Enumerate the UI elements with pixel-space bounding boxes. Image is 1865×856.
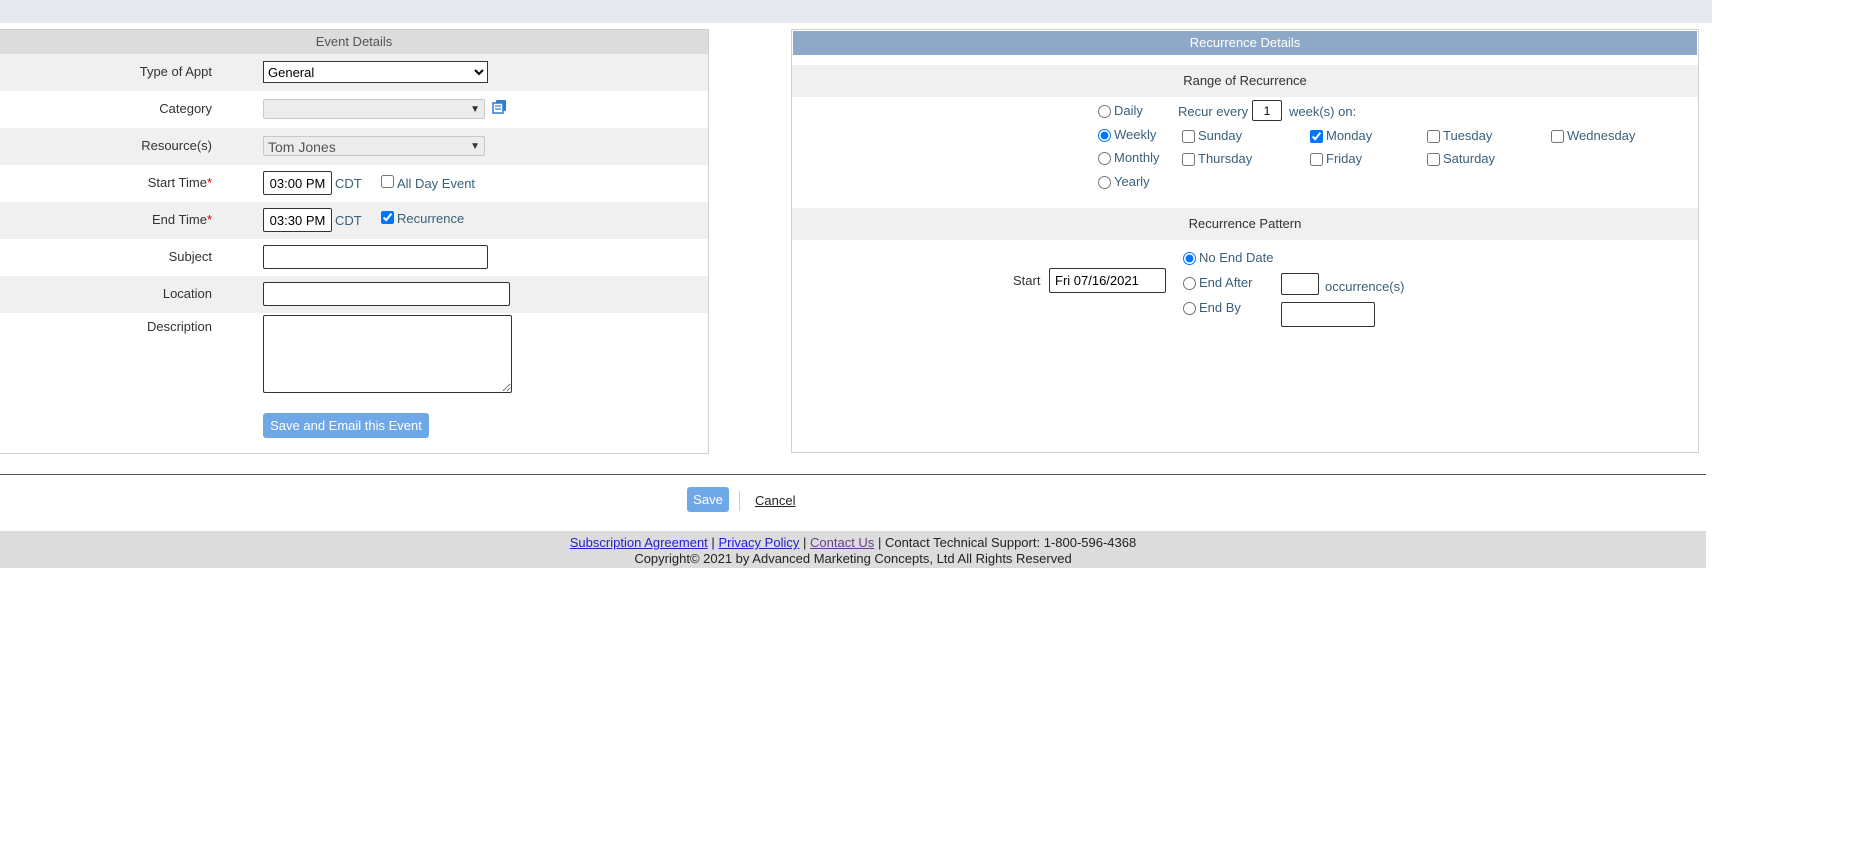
row-location: Location (0, 276, 708, 313)
end-by-radio[interactable] (1183, 302, 1196, 316)
end-by-input[interactable] (1281, 302, 1375, 327)
copyright-text: Copyright© 2021 by Advanced Marketing Co… (634, 551, 1072, 566)
type-of-appt-select[interactable]: General (263, 61, 488, 83)
type-of-appt-label: Type of Appt (139, 64, 212, 79)
no-end-date-radio[interactable] (1183, 252, 1196, 266)
tech-support-text: Contact Technical Support: 1-800-596-436… (884, 535, 1137, 550)
subject-label: Subject (168, 249, 212, 264)
description-textarea[interactable] (263, 315, 512, 393)
description-label: Description (146, 319, 212, 334)
recurrence-details-panel: Recurrence Details Range of Recurrence D… (791, 29, 1699, 453)
day-wednesday-option[interactable]: Wednesday (1551, 128, 1635, 144)
all-day-label: All Day Event (397, 176, 476, 191)
all-day-checkbox[interactable] (381, 175, 394, 188)
day-thursday-checkbox[interactable] (1182, 153, 1195, 167)
row-description: Description (0, 313, 708, 423)
footer-links-line: Subscription Agreement | Privacy Policy … (0, 535, 1706, 551)
location-input[interactable] (263, 282, 510, 306)
end-timezone: CDT (335, 213, 362, 228)
event-details-header: Event Details (0, 30, 708, 54)
weeks-on-label: week(s) on: (1289, 104, 1357, 119)
day-sunday-checkbox[interactable] (1182, 130, 1195, 144)
location-label: Location (162, 286, 212, 301)
row-subject: Subject (0, 239, 708, 276)
no-end-date-option[interactable]: No End Date (1183, 250, 1273, 266)
frequency-yearly-option[interactable]: Yearly (1098, 174, 1150, 190)
row-end-time: End Time* CDT Recurrence (0, 202, 708, 239)
divider (0, 474, 1706, 475)
row-resources: Resource(s) Tom Jones ▼ (0, 128, 708, 165)
chevron-down-icon: ▼ (470, 104, 480, 115)
save-and-email-button[interactable]: Save and Email this Event (263, 413, 429, 438)
category-list-icon[interactable] (492, 99, 507, 114)
frequency-monthly-option[interactable]: Monthly (1098, 150, 1160, 166)
day-sunday-option[interactable]: Sunday (1182, 128, 1242, 144)
recurrence-label: Recurrence (397, 211, 465, 226)
recurrence-details-header: Recurrence Details (793, 31, 1697, 55)
category-select[interactable]: ▼ (263, 99, 485, 119)
privacy-policy-link[interactable]: Privacy Policy (718, 535, 799, 550)
day-friday-checkbox[interactable] (1310, 153, 1323, 167)
contact-us-link[interactable]: Contact Us (810, 535, 874, 550)
recur-every-label: Recur every (1178, 104, 1249, 119)
event-details-panel: Event Details Type of Appt General Categ… (0, 29, 709, 454)
recur-every-input[interactable] (1252, 100, 1282, 121)
end-after-option[interactable]: End After (1183, 275, 1252, 291)
end-by-option[interactable]: End By (1183, 300, 1241, 316)
chevron-down-icon: ▼ (470, 141, 480, 152)
frequency-monthly-radio[interactable] (1098, 152, 1111, 166)
frequency-daily-radio[interactable] (1098, 105, 1111, 119)
footer: Subscription Agreement | Privacy Policy … (0, 531, 1706, 568)
action-separator (739, 491, 740, 511)
day-tuesday-checkbox[interactable] (1427, 130, 1440, 144)
day-monday-checkbox[interactable] (1310, 130, 1323, 144)
footer-separator: | (877, 535, 882, 550)
recurrence-pattern-header: Recurrence Pattern (792, 208, 1698, 240)
day-friday-option[interactable]: Friday (1310, 151, 1362, 167)
pattern-start-label: Start (1013, 273, 1041, 288)
start-time-input[interactable] (263, 171, 332, 195)
row-type-of-appt: Type of Appt General (0, 54, 708, 91)
resources-select[interactable]: Tom Jones ▼ (263, 136, 485, 156)
range-of-recurrence-header: Range of Recurrence (792, 65, 1698, 97)
start-time-label: Start Time* (147, 175, 212, 190)
end-time-label: End Time* (152, 212, 212, 227)
resources-label: Resource(s) (141, 138, 212, 153)
day-saturday-option[interactable]: Saturday (1427, 151, 1495, 167)
cancel-link[interactable]: Cancel (755, 493, 795, 508)
end-after-radio[interactable] (1183, 277, 1196, 291)
row-category: Category ▼ (0, 91, 708, 128)
footer-separator: | (802, 535, 807, 550)
row-start-time: Start Time* CDT All Day Event (0, 165, 708, 202)
occurrences-label: occurrence(s) (1325, 279, 1405, 294)
start-timezone: CDT (335, 176, 362, 191)
day-thursday-option[interactable]: Thursday (1182, 151, 1252, 167)
footer-separator: | (711, 535, 715, 550)
subject-input[interactable] (263, 245, 488, 269)
pattern-start-input[interactable] (1049, 268, 1166, 293)
end-time-input[interactable] (263, 208, 332, 232)
category-label: Category (159, 101, 212, 116)
frequency-daily-option[interactable]: Daily (1098, 103, 1143, 119)
frequency-weekly-radio[interactable] (1098, 129, 1111, 143)
day-wednesday-checkbox[interactable] (1551, 130, 1564, 144)
subscription-agreement-link[interactable]: Subscription Agreement (570, 535, 708, 550)
recurrence-checkbox[interactable] (381, 211, 394, 224)
save-button[interactable]: Save (687, 487, 729, 512)
occurrences-input[interactable] (1281, 273, 1319, 295)
day-saturday-checkbox[interactable] (1427, 153, 1440, 167)
frequency-weekly-option[interactable]: Weekly (1098, 127, 1156, 143)
day-tuesday-option[interactable]: Tuesday (1427, 128, 1492, 144)
day-monday-option[interactable]: Monday (1310, 128, 1372, 144)
top-strip (0, 0, 1712, 23)
frequency-yearly-radio[interactable] (1098, 176, 1111, 190)
